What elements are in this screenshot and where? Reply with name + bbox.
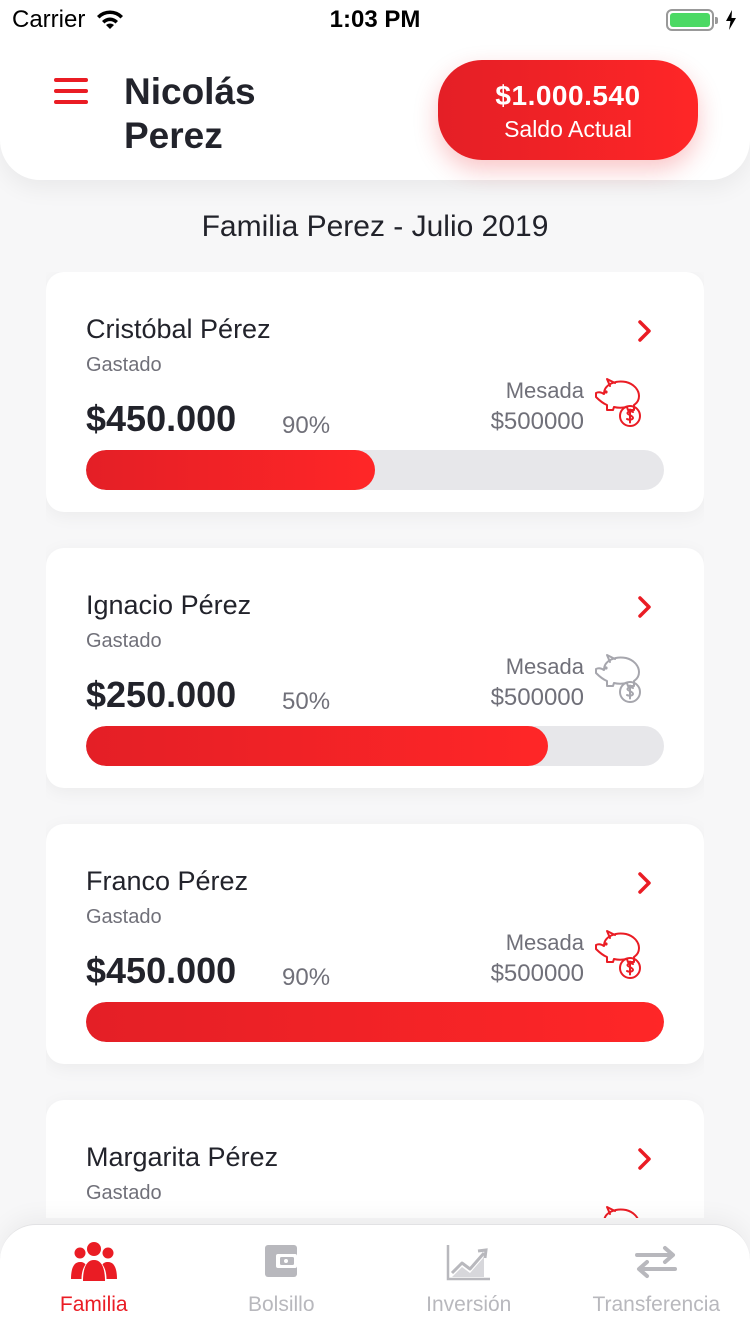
- tab-familia[interactable]: Familia: [0, 1225, 188, 1334]
- tab-label: Familia: [59, 1293, 128, 1316]
- chevron-right-icon[interactable]: [634, 594, 656, 620]
- chevron-right-icon[interactable]: [634, 318, 656, 344]
- mesada-label: Mesada: [505, 930, 584, 955]
- member-name: Franco Pérez: [86, 866, 249, 896]
- status-bar: Carrier 1:03 PM: [0, 0, 750, 40]
- tab-inversion[interactable]: Inversión: [375, 1225, 563, 1334]
- balance-label: Saldo Actual: [504, 116, 632, 142]
- spent-label: Gastado: [86, 354, 162, 376]
- balance-button[interactable]: $1.000.540 Saldo Actual: [438, 60, 698, 160]
- piggy-bank-icon: [595, 378, 641, 427]
- tab-bar: Familia Bolsillo Inversión Transferencia: [0, 1224, 750, 1334]
- page-title: Familia Perez - Julio 2019: [201, 210, 549, 243]
- carrier-label: Carrier: [12, 6, 86, 33]
- piggy-bank-icon: [595, 654, 641, 703]
- chart-icon: [446, 1245, 490, 1281]
- tab-bolsillo[interactable]: Bolsillo: [188, 1225, 376, 1334]
- piggy-bank-icon: [603, 1206, 639, 1218]
- spent-label: Gastado: [86, 1182, 162, 1204]
- progress-fill: [86, 450, 375, 490]
- wallet-icon: [265, 1245, 298, 1277]
- menu-button[interactable]: [54, 78, 88, 104]
- progress-fill: [86, 726, 549, 766]
- mesada-value: $500000: [490, 960, 584, 987]
- menu-icon-line: [54, 89, 88, 93]
- member-name: Margarita Pérez: [86, 1142, 279, 1172]
- spent-label: Gastado: [86, 906, 162, 928]
- tab-transferencia[interactable]: Transferencia: [563, 1225, 750, 1334]
- spent-amount: $450.000: [86, 950, 237, 991]
- family-icon: [70, 1242, 117, 1281]
- mesada-value: $500000: [490, 684, 584, 711]
- spent-percent: 90%: [282, 964, 331, 991]
- member-card[interactable]: Margarita Pérez Gastado: [46, 1100, 704, 1218]
- mesada-value: $500000: [490, 408, 584, 435]
- charging-icon: [726, 10, 736, 30]
- balance-amount: $1.000.540: [495, 80, 641, 111]
- mesada-label: Mesada: [505, 654, 584, 679]
- transfer-icon: [635, 1246, 678, 1278]
- member-list: Cristóbal Pérez Gastado $450.000 90% Mes…: [46, 272, 704, 1218]
- member-card[interactable]: Ignacio Pérez Gastado $250.000 50% Mesad…: [46, 548, 704, 788]
- progress-track: [86, 726, 664, 766]
- member-name: Ignacio Pérez: [86, 590, 252, 620]
- tab-label: Transferencia: [592, 1293, 721, 1316]
- tab-label: Bolsillo: [247, 1293, 315, 1316]
- wifi-icon: [97, 10, 124, 29]
- tab-label: Inversión: [426, 1293, 512, 1316]
- chevron-right-icon[interactable]: [634, 870, 656, 896]
- progress-fill: [86, 1002, 664, 1042]
- battery-icon: [666, 9, 718, 31]
- piggy-bank-icon: [595, 930, 641, 979]
- spent-amount: $250.000: [86, 674, 237, 715]
- spent-amount: $450.000: [86, 398, 237, 439]
- menu-icon-line: [54, 100, 88, 104]
- member-card[interactable]: Franco Pérez Gastado $450.000 90% Mesada…: [46, 824, 704, 1064]
- spent-percent: 90%: [282, 412, 331, 439]
- spent-label: Gastado: [86, 630, 162, 652]
- chevron-right-icon[interactable]: [634, 1146, 656, 1172]
- spent-percent: 50%: [282, 688, 331, 715]
- mesada-label: Mesada: [505, 378, 584, 403]
- user-name: Nicolás Perez: [124, 71, 256, 156]
- progress-track: [86, 1002, 664, 1042]
- progress-track: [86, 450, 664, 490]
- member-name: Cristóbal Pérez: [86, 314, 271, 344]
- menu-icon-line: [54, 78, 88, 82]
- member-card[interactable]: Cristóbal Pérez Gastado $450.000 90% Mes…: [46, 272, 704, 512]
- header: Carrier 1:03 PM Nicolás Perez $1.000.540…: [0, 0, 750, 180]
